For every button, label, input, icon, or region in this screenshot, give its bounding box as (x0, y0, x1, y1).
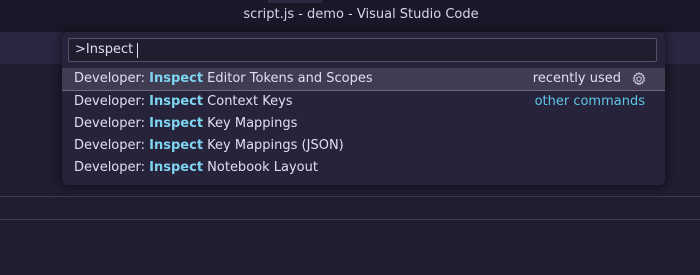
command-item-prefix: Developer: (74, 138, 150, 153)
panel-divider (0, 196, 700, 197)
command-item-prefix: Developer: (74, 160, 150, 175)
command-item-match: Inspect (149, 94, 204, 109)
command-item-suffix: Notebook Layout (203, 160, 318, 175)
other-commands-label: other commands (534, 94, 645, 109)
command-item-match: Inspect (149, 116, 204, 131)
command-item-match: Inspect (149, 71, 204, 86)
command-item-match: Inspect (149, 160, 204, 175)
window-title: script.js - demo - Visual Studio Code (243, 7, 479, 22)
command-item-prefix: Developer: (74, 94, 150, 109)
command-palette-input-value[interactable]: >Inspect (75, 39, 133, 61)
command-item-suffix: Key Mappings (203, 116, 298, 131)
panel-divider-secondary (0, 219, 700, 220)
title-bar: script.js - demo - Visual Studio Code (0, 0, 700, 32)
command-item-prefix: Developer: (74, 71, 150, 86)
command-item-match: Inspect (149, 138, 204, 153)
gear-icon[interactable] (631, 71, 647, 87)
command-palette: >Inspect Developer: Inspect Editor Token… (62, 32, 665, 185)
text-caret (137, 42, 139, 58)
command-list: Developer: Inspect Editor Tokens and Sco… (62, 68, 665, 179)
command-item-inspect-key-mappings[interactable]: Developer: Inspect Key Mappings (62, 113, 665, 135)
command-item-inspect-editor-tokens[interactable]: Developer: Inspect Editor Tokens and Sco… (62, 68, 665, 91)
command-palette-input[interactable]: >Inspect (68, 38, 657, 62)
command-item-suffix: Editor Tokens and Scopes (203, 71, 373, 86)
command-item-inspect-context-keys[interactable]: Developer: Inspect Context Keys other co… (62, 91, 665, 113)
command-item-suffix: Key Mappings (JSON) (203, 138, 344, 153)
recently-used-label: recently used (532, 71, 621, 86)
command-item-inspect-notebook-layout[interactable]: Developer: Inspect Notebook Layout (62, 157, 665, 179)
command-item-prefix: Developer: (74, 116, 150, 131)
title-bar-tab-marker (268, 0, 322, 3)
command-item-suffix: Context Keys (203, 94, 293, 109)
command-item-inspect-key-mappings-json[interactable]: Developer: Inspect Key Mappings (JSON) (62, 135, 665, 157)
vscode-window: script.js - demo - Visual Studio Code >I… (0, 0, 700, 275)
